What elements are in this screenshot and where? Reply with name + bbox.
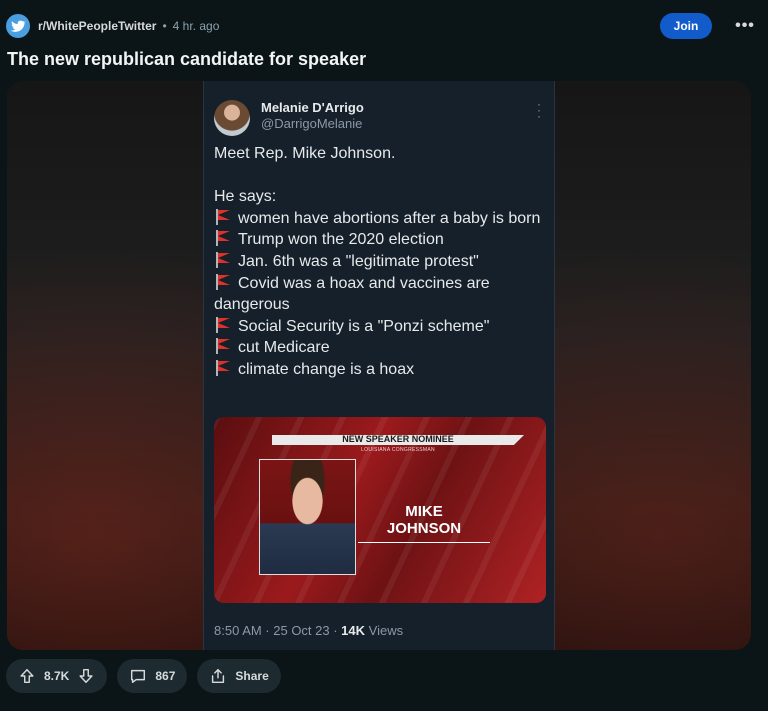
post-header: r/WhitePeopleTwitter • 4 hr. ago Join ••… — [6, 11, 758, 41]
red-flag-icon — [214, 359, 232, 376]
tweet-timestamp: 8:50 AM · 25 Oct 23 · 14K Views — [214, 623, 404, 638]
red-flag-icon — [214, 338, 232, 355]
tweet-point: Jan. 6th was a "legitimate protest" — [214, 251, 544, 273]
comment-count: 867 — [155, 669, 176, 683]
share-button[interactable]: Share — [197, 659, 281, 693]
tweet-author-name: Melanie D'Arrigo — [261, 100, 364, 115]
red-flag-icon — [214, 273, 232, 290]
more-options-icon[interactable]: ••• — [732, 13, 758, 39]
comment-icon — [131, 669, 146, 684]
red-flag-icon — [214, 208, 232, 225]
news-banner-subtitle: LOUISIANA CONGRESSMAN — [361, 447, 435, 453]
red-flag-icon — [214, 251, 232, 268]
post-actions: 8.7K 867 Share — [6, 659, 281, 693]
tweet-more-icon: · · · — [537, 97, 541, 123]
tweet-point: Trump won the 2020 election — [214, 229, 544, 251]
tweet-point: cut Medicare — [214, 337, 544, 359]
tweet-intro: Meet Rep. Mike Johnson. — [214, 145, 396, 162]
vote-bar: 8.7K — [6, 659, 108, 693]
tweet-text: Meet Rep. Mike Johnson. He says: women h… — [214, 143, 544, 381]
tweet-screenshot: Melanie D'Arrigo @DarrigoMelanie · · · Mee… — [203, 81, 555, 650]
meta-separator: • — [162, 19, 167, 33]
tweet-author-handle: @DarrigoMelanie — [261, 116, 363, 131]
subreddit-name[interactable]: r/WhitePeopleTwitter — [38, 19, 156, 33]
post-media[interactable]: Melanie D'Arrigo @DarrigoMelanie · · · Mee… — [7, 81, 751, 650]
tweet-view-count: 14K — [341, 623, 366, 638]
candidate-photo — [259, 459, 356, 575]
post-time: 4 hr. ago — [172, 19, 220, 33]
post-title[interactable]: The new republican candidate for speaker — [7, 49, 366, 70]
vote-count: 8.7K — [44, 669, 70, 683]
subreddit-avatar-icon[interactable] — [6, 14, 30, 38]
downvote-icon[interactable] — [77, 667, 95, 685]
news-banner-title: NEW SPEAKER NOMINEE — [342, 434, 454, 444]
upvote-icon[interactable] — [18, 667, 36, 685]
share-label: Share — [235, 669, 269, 683]
join-button[interactable]: Join — [660, 13, 712, 39]
tweet-point: Covid was a hoax and vaccines are danger… — [214, 273, 490, 314]
tweet-author-avatar — [214, 100, 250, 136]
tweet-says: He says: — [214, 188, 277, 206]
comments-button[interactable]: 867 — [117, 659, 188, 693]
tweet-news-image: NEW SPEAKER NOMINEE LOUISIANA CONGRESSMA… — [214, 417, 546, 603]
red-flag-icon — [214, 316, 232, 333]
red-flag-icon — [214, 230, 232, 247]
tweet-point: Social Security is a "Ponzi scheme" — [214, 316, 544, 338]
news-candidate-name: MIKE JOHNSON — [386, 503, 462, 537]
tweet-point: women have abortions after a baby is bor… — [214, 208, 544, 230]
share-icon — [212, 668, 225, 684]
news-name-underline — [358, 542, 490, 543]
tweet-point: climate change is a hoax — [214, 359, 544, 381]
